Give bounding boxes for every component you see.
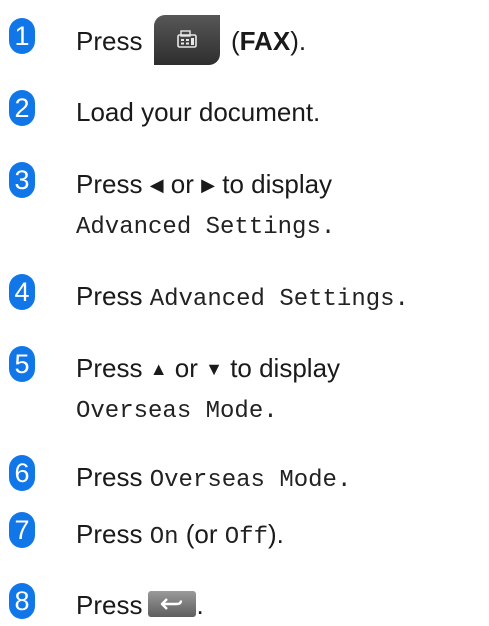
option-on: On	[149, 524, 179, 551]
step-number-badge: 2	[9, 90, 35, 126]
step-text: Press ▲ or ▼ to display	[76, 351, 340, 386]
or-label: (or	[185, 519, 218, 549]
step-text: Press ◀ or ▶ to display	[76, 167, 332, 202]
press-label: Press	[76, 590, 143, 620]
fax-icon	[176, 30, 197, 48]
period: .	[320, 214, 336, 241]
period: .	[336, 467, 352, 494]
step-number-badge: 8	[9, 583, 35, 619]
step-number-badge: 3	[9, 162, 35, 198]
right-arrow-icon: ▶	[201, 175, 215, 195]
press-label: Press	[76, 353, 143, 383]
menu-item-advanced-settings: Advanced Settings	[76, 214, 321, 241]
step-number-badge: 1	[9, 18, 35, 54]
step-text: Press .	[76, 588, 204, 622]
or-label: or	[174, 353, 198, 383]
step-text-line-2: Overseas Mode.	[76, 391, 278, 429]
press-label: Press	[76, 519, 143, 549]
press-label: Press	[76, 169, 143, 199]
step-text: Load your document.	[76, 97, 321, 127]
up-arrow-icon: ▲	[149, 359, 168, 379]
step-text: Press On (or Off).	[76, 517, 284, 555]
press-label: Press	[76, 25, 143, 56]
period: .	[394, 286, 409, 313]
to-display-label: to display	[230, 353, 341, 383]
step-text: Press Advanced Settings.	[76, 279, 409, 317]
step-number-badge: 6	[9, 455, 35, 491]
period: .	[263, 398, 278, 425]
down-arrow-icon: ▼	[205, 359, 223, 379]
menu-item-advanced-settings: Advanced Settings	[149, 286, 395, 313]
menu-item-overseas-mode: Overseas Mode	[76, 398, 264, 425]
paren-close: ).	[290, 25, 307, 56]
step-text: Press (FAX).	[76, 15, 307, 68]
paren-open: (	[230, 25, 240, 56]
step-text: Press Overseas Mode.	[76, 460, 351, 498]
or-label: or	[170, 169, 194, 199]
step-number-badge: 5	[9, 346, 35, 382]
option-off: Off	[224, 524, 268, 551]
press-label: Press	[76, 462, 143, 492]
to-display-label: to display	[222, 169, 333, 199]
step-number-badge: 4	[9, 274, 35, 310]
back-arrow-icon	[161, 598, 183, 610]
press-label: Press	[76, 281, 143, 311]
fax-label: FAX	[239, 25, 291, 56]
close-paren: ).	[267, 519, 284, 549]
back-button[interactable]	[148, 591, 197, 618]
left-arrow-icon: ◀	[149, 175, 164, 195]
menu-item-overseas-mode: Overseas Mode	[149, 467, 337, 494]
step-number-badge: 7	[9, 512, 35, 548]
step-text-line-2: Advanced Settings.	[76, 207, 335, 245]
period: .	[196, 590, 204, 620]
fax-button[interactable]	[153, 15, 220, 65]
